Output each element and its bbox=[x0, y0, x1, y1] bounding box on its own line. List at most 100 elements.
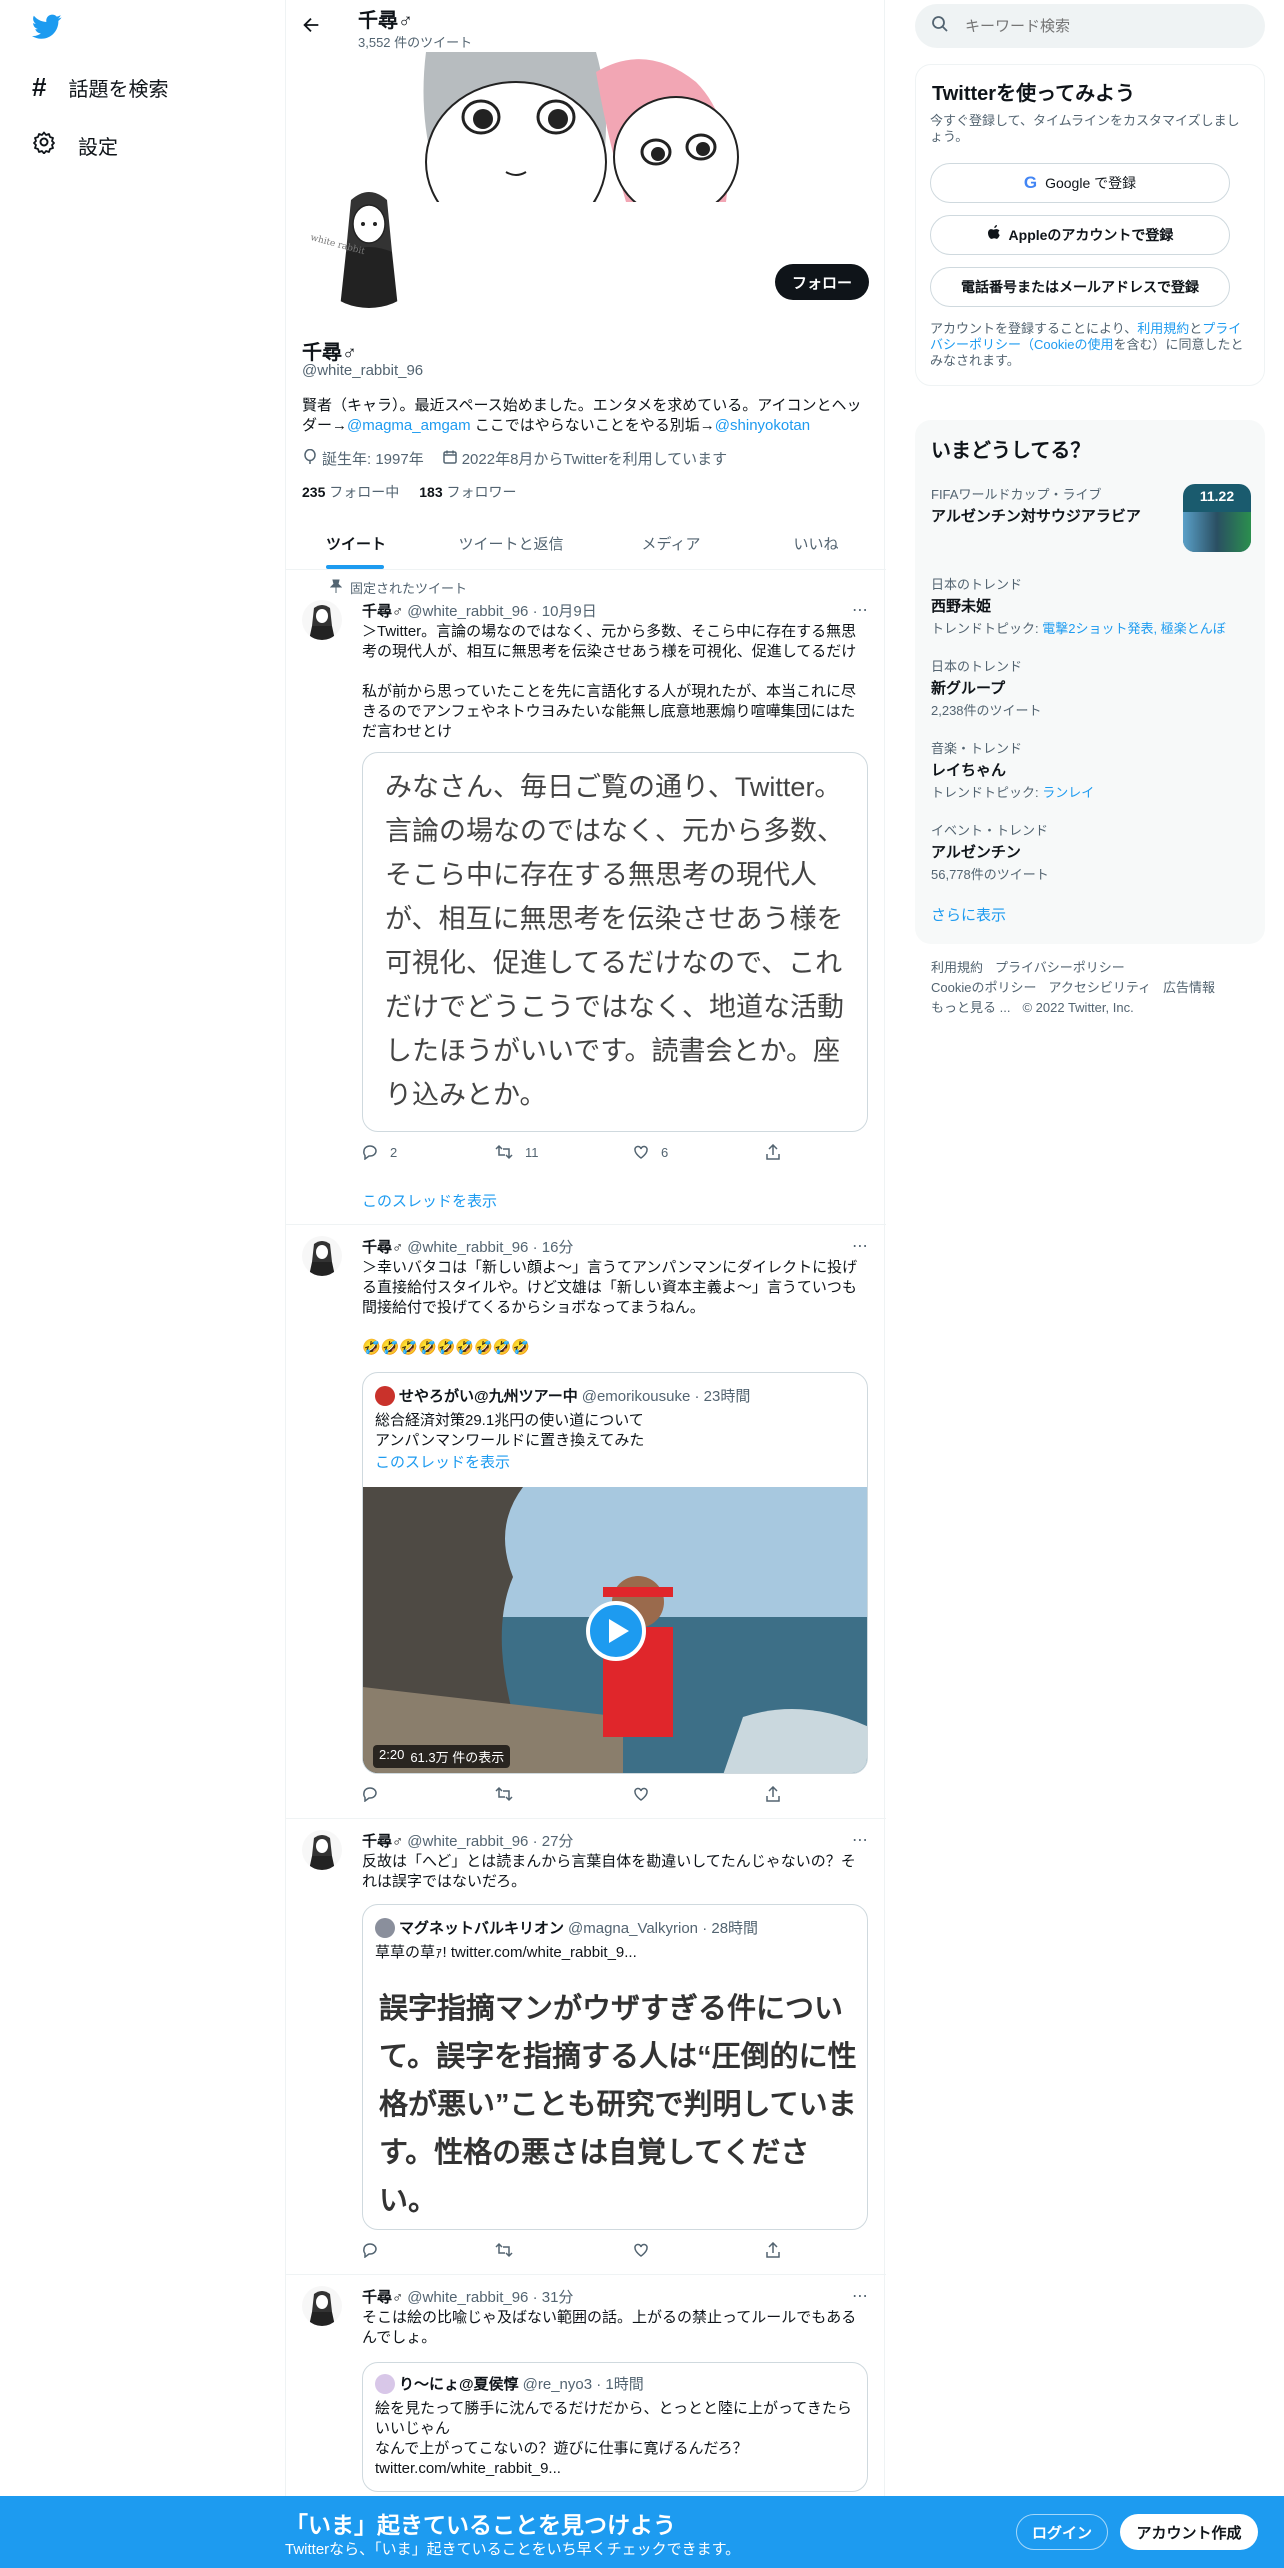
search-input[interactable] bbox=[965, 17, 1235, 35]
follow-button[interactable]: フォロー bbox=[775, 264, 869, 300]
show-thread-link[interactable]: このスレッドを表示 bbox=[362, 1190, 497, 1211]
back-arrow-icon[interactable] bbox=[300, 14, 322, 41]
share-button[interactable] bbox=[765, 1144, 781, 1160]
play-button[interactable] bbox=[586, 1601, 646, 1661]
quote-text-3: twitter.com/white_rabbit_9... bbox=[375, 2460, 561, 2477]
signup-card: Twitterを使ってみよう 今すぐ登録して、タイムラインをカスタマイズしましょ… bbox=[915, 64, 1265, 386]
hashtag-icon: # bbox=[32, 72, 47, 102]
retweet-button[interactable] bbox=[495, 1786, 633, 1802]
more-icon[interactable]: ⋯ bbox=[852, 1830, 868, 1850]
tweet-avatar[interactable] bbox=[302, 1830, 342, 1870]
tab-media[interactable]: メディア bbox=[596, 518, 746, 569]
more-icon[interactable]: ⋯ bbox=[852, 2286, 868, 2306]
tweet-image-text: みなさん、毎日ご覧の通り、Twitter。言論の場なのではなく、元から多数、そこ… bbox=[385, 772, 844, 1110]
nav-explore[interactable]: # 話題を検索 bbox=[32, 72, 168, 103]
tweet-text-2: 私が前から思っていたことを先に言語化する人が現れたが、本当これに尽きるのでアンフ… bbox=[362, 683, 856, 740]
video-player[interactable]: 2:20 61.3万 件の表示 bbox=[363, 1487, 867, 1773]
footer-terms-link[interactable]: 利用規約 bbox=[931, 958, 983, 978]
quote-header: マグネットバルキリオン @magna_Valkyrion · 28時間 bbox=[375, 1917, 758, 1938]
reply-button[interactable] bbox=[362, 2242, 495, 2258]
quote-tweet[interactable]: せやろがい@九州ツアー中 @emorikousuke · 23時間 総合経済対策… bbox=[362, 1372, 868, 1774]
tweet-header: 千尋♂ @white_rabbit_96 · 31分 bbox=[362, 2286, 573, 2307]
tweet-avatar[interactable] bbox=[302, 2286, 342, 2326]
tweet-metaphor[interactable]: 千尋♂ @white_rabbit_96 · 31分 ⋯ そこは絵の比喩じゃ及ば… bbox=[286, 2276, 886, 2496]
tweet-avatar[interactable] bbox=[302, 1236, 342, 1276]
tweet-actions: 2 11 6 bbox=[362, 1144, 782, 1160]
profile-bio: 賢者（キャラ）。最近スペース始めました。エンタメを求めている。アイコンとヘッダー… bbox=[302, 396, 864, 436]
tweet-image[interactable]: みなさん、毎日ご覧の通り、Twitter。言論の場なのではなく、元から多数、そこ… bbox=[362, 752, 868, 1132]
following-link[interactable]: 235 フォロー中 bbox=[302, 482, 399, 502]
tweet-author-name[interactable]: 千尋♂ bbox=[362, 600, 403, 621]
calendar-icon bbox=[442, 449, 458, 469]
legal-text-2: と bbox=[1189, 321, 1203, 336]
trend-category: 日本のトレンド bbox=[931, 577, 1023, 592]
google-icon: G bbox=[1023, 173, 1038, 192]
tweet-pinned[interactable]: 固定されたツイート 千尋♂ @white_rabbit_96 · 10月9日 ⋯… bbox=[286, 572, 886, 1222]
tweet-author-name[interactable]: 千尋♂ bbox=[362, 1830, 403, 1851]
divider bbox=[286, 2274, 886, 2275]
like-button[interactable] bbox=[633, 1786, 765, 1802]
like-button[interactable]: 6 bbox=[633, 1144, 765, 1160]
bottom-signup-bar: 「いま」起きていることを見つけよう Twitterなら、「いま」起きていることを… bbox=[0, 2496, 1284, 2568]
tab-tweets-label: ツイート bbox=[325, 536, 386, 553]
search-box[interactable] bbox=[915, 4, 1265, 48]
like-button[interactable] bbox=[633, 2242, 765, 2258]
bio-link-magma[interactable]: @magma_amgam bbox=[347, 417, 471, 434]
quote-thread-link[interactable]: このスレッドを表示 bbox=[375, 1453, 510, 1473]
trend-item[interactable]: 日本のトレンド 西野未姫 トレンドトピック: 電撃2ショット発表, 極楽とんぼ bbox=[931, 574, 1251, 637]
signup-button[interactable]: アカウント作成 bbox=[1120, 2514, 1258, 2550]
nav-settings[interactable]: 設定 bbox=[32, 130, 118, 160]
followers-link[interactable]: 183 フォロワー bbox=[419, 482, 516, 502]
tweet-typo[interactable]: 千尋♂ @white_rabbit_96 · 27分 ⋯ 反故は「へど」とは読ま… bbox=[286, 1820, 886, 2274]
trend-item[interactable]: 音楽・トレンド レイちゃん トレンドトピック: ランレイ bbox=[931, 738, 1251, 801]
reply-button[interactable] bbox=[362, 1786, 495, 1802]
tweet-avatar[interactable] bbox=[302, 600, 342, 640]
quote-text-1: 絵を見たって勝手に沈んでるだけだから、とっとと陸に上がってきたらいいじゃん bbox=[375, 2400, 852, 2437]
footer-cookie-link[interactable]: Cookieのポリシー bbox=[931, 978, 1036, 998]
quote-author-meta: @emorikousuke · 23時間 bbox=[581, 1388, 751, 1405]
reply-button[interactable]: 2 bbox=[362, 1144, 495, 1160]
terms-link[interactable]: 利用規約 bbox=[1137, 321, 1189, 336]
share-button[interactable] bbox=[765, 1786, 781, 1802]
retweet-button[interactable]: 11 bbox=[495, 1144, 633, 1160]
retweet-button[interactable] bbox=[495, 2242, 633, 2258]
trend-topic-link[interactable]: 電撃2ショット発表, 極楽とんぼ bbox=[1042, 621, 1225, 636]
tab-likes[interactable]: いいね bbox=[746, 518, 886, 569]
nav-explore-label: 話題を検索 bbox=[68, 79, 169, 101]
tweet-author-name[interactable]: 千尋♂ bbox=[362, 1236, 403, 1257]
quote-avatar bbox=[375, 2373, 395, 2394]
share-button[interactable] bbox=[765, 2242, 781, 2258]
apple-signup-button[interactable]: Appleのアカウントで登録 bbox=[930, 215, 1230, 255]
login-button[interactable]: ログイン bbox=[1016, 2514, 1108, 2550]
bio-link-shinyokotan[interactable]: @shinyokotan bbox=[715, 417, 810, 434]
tweet-author-name[interactable]: 千尋♂ bbox=[362, 2286, 403, 2307]
profile-avatar[interactable]: white rabbit bbox=[302, 178, 436, 312]
footer-more-link[interactable]: もっと見る ... bbox=[931, 998, 1010, 1018]
trend-item[interactable]: 日本のトレンド 新グループ 2,238件のツイート bbox=[931, 656, 1251, 719]
tab-tweets[interactable]: ツイート bbox=[286, 518, 426, 569]
tweet-anpanman[interactable]: 千尋♂ @white_rabbit_96 · 16分 ⋯ ＞幸いバタコは「新しい… bbox=[286, 1226, 886, 1818]
trend-item[interactable]: FIFAワールドカップ・ライブ アルゼンチン対サウジアラビア 11.22 bbox=[931, 484, 1251, 554]
show-more-link[interactable]: さらに表示 bbox=[931, 904, 1006, 925]
more-icon[interactable]: ⋯ bbox=[852, 600, 868, 620]
phone-signup-button[interactable]: 電話番号またはメールアドレスで登録 bbox=[930, 267, 1230, 307]
signup-legal: アカウントを登録することにより、利用規約とプライバシーポリシー（Cookieの使… bbox=[930, 321, 1250, 369]
twitter-logo-icon[interactable] bbox=[32, 14, 62, 45]
reply-count: 2 bbox=[390, 1144, 398, 1160]
quote-tweet[interactable]: マグネットバルキリオン @magna_Valkyrion · 28時間 草草の草… bbox=[362, 1904, 868, 2230]
trend-name: 西野未姫 bbox=[931, 598, 992, 615]
footer-ads-link[interactable]: 広告情報 bbox=[1163, 978, 1215, 998]
google-signup-button[interactable]: G Google で登録 bbox=[930, 163, 1230, 203]
tab-tweets-replies[interactable]: ツイートと返信 bbox=[426, 518, 596, 569]
quote-tweet[interactable]: り〜にょ@夏侯惇 @re_nyo3 · 1時間 絵を見たって勝手に沈んでるだけだ… bbox=[362, 2362, 868, 2492]
tweet-text: ＞Twitter。言論の場なのではなく、元から多数、そこら中に存在する無思考の現… bbox=[362, 623, 857, 660]
followers-label: フォロワー bbox=[446, 484, 517, 500]
more-icon[interactable]: ⋯ bbox=[852, 1236, 868, 1256]
footer-privacy-link[interactable]: プライバシーポリシー bbox=[995, 958, 1125, 978]
quote-header: り〜にょ@夏侯惇 @re_nyo3 · 1時間 bbox=[375, 2373, 644, 2394]
video-views: 61.3万 件の表示 bbox=[410, 1750, 505, 1765]
footer-accessibility-link[interactable]: アクセシビリティ bbox=[1048, 978, 1151, 998]
trend-topic-link[interactable]: ランレイ bbox=[1042, 785, 1094, 800]
trend-item[interactable]: イベント・トレンド アルゼンチン 56,778件のツイート bbox=[931, 820, 1251, 883]
quote-text-1: 草草の草ｧ! twitter.com/white_rabbit_9... bbox=[375, 1944, 637, 1961]
